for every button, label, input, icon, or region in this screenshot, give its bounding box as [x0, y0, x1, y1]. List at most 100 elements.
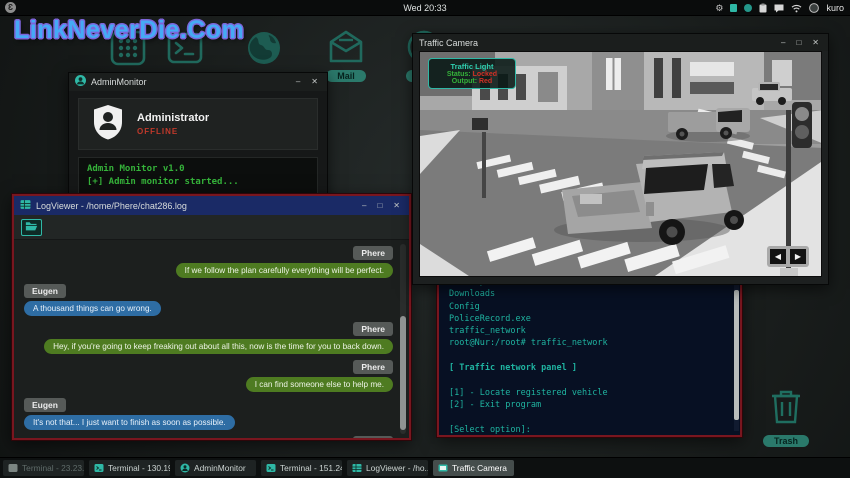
terminal-line: [2] - Exit program — [449, 399, 730, 411]
terminal-line: Downloads — [449, 288, 730, 300]
prev-camera-button[interactable]: ◀ — [770, 249, 786, 264]
mail-icon — [322, 28, 370, 66]
maximize-button[interactable]: □ — [793, 39, 804, 47]
game-desktop: LinkNeverDie.Com Mail B Trash AdminMonit… — [0, 0, 850, 478]
shield-user-icon — [93, 104, 123, 145]
sender-badge: Phere — [353, 322, 393, 336]
taskbar-item-admin-monitor[interactable]: AdminMonitor — [175, 460, 256, 476]
chat-message: Phere If we follow the plan carefully ev… — [24, 246, 393, 278]
open-file-button[interactable] — [21, 219, 42, 236]
chat-bubble: If we follow the plan carefully everythi… — [176, 263, 393, 278]
scrollbar-thumb[interactable] — [734, 290, 739, 420]
traffic-camera-titlebar[interactable]: Traffic Camera – □ ✕ — [413, 34, 828, 51]
terminal-line: root@Nur:/root# traffic_network — [449, 337, 730, 349]
admin-monitor-app-icon — [75, 73, 86, 91]
log-viewer-toolbar — [14, 215, 409, 240]
admin-status-badge: OFFLINE — [137, 127, 209, 136]
admin-monitor-titlebar[interactable]: AdminMonitor – ✕ — [69, 73, 327, 91]
chat-message: Phere Hey, if you're going to keep freak… — [24, 322, 393, 354]
minimize-button[interactable]: – — [293, 78, 303, 86]
chat-message: Phere I can find someone else to help me… — [24, 360, 393, 392]
close-button[interactable]: ✕ — [809, 39, 822, 47]
circle-indicator-icon[interactable] — [744, 0, 752, 16]
chat-message: Eugen A thousand things can go wrong. — [24, 284, 393, 316]
next-camera-button[interactable]: ▶ — [790, 249, 806, 264]
desktop-icon-browser-globe[interactable] — [240, 28, 288, 68]
overlay-status: Status: Locked — [431, 71, 513, 78]
chat-scrollbar[interactable] — [400, 244, 406, 434]
folder-open-icon — [25, 218, 38, 236]
traffic-light-overlay: Traffic Light Status: Locked Output: Red — [428, 58, 516, 89]
chat-icon[interactable] — [774, 0, 784, 16]
trash[interactable]: Trash — [762, 386, 810, 449]
overlay-output: Output: Red — [431, 78, 513, 85]
sender-badge: Eugen — [24, 398, 66, 412]
taskbar-item-terminal-1[interactable]: Terminal - 23.23... — [3, 460, 84, 476]
minimize-button[interactable]: – — [359, 202, 369, 210]
scrollbar-thumb[interactable] — [400, 316, 406, 430]
terminal-line — [449, 411, 730, 423]
maximize-button[interactable]: □ — [374, 202, 385, 210]
console-line: Admin Monitor v1.0 — [87, 163, 309, 176]
window-title: Traffic Camera — [419, 38, 773, 48]
chat-message: Phere — [24, 436, 393, 438]
close-button[interactable]: ✕ — [308, 78, 321, 86]
window-title: LogViewer - /home/Phere/chat286.log — [36, 201, 354, 211]
minimize-button[interactable]: – — [778, 39, 788, 47]
overlay-title: Traffic Light — [431, 62, 513, 71]
desktop-icon-label: Mail — [326, 70, 366, 82]
camera-nav: ◀ ▶ — [767, 246, 809, 267]
taskbar-item-label: Terminal - 23.23... — [22, 463, 84, 473]
chat-bubble: I can find someone else to help me. — [246, 377, 393, 392]
globe-icon — [240, 28, 288, 68]
log-viewer-app-icon — [20, 197, 31, 215]
window-title: AdminMonitor — [91, 77, 288, 87]
trash-icon — [767, 413, 805, 430]
taskbar-item-terminal-2[interactable]: Terminal - 130.19... — [89, 460, 170, 476]
chat-bubble: Hey, if you're going to keep freaking ou… — [44, 339, 393, 354]
wifi-icon[interactable] — [791, 0, 802, 16]
admin-profile-card: Administrator OFFLINE — [78, 98, 318, 150]
terminal-line — [449, 350, 730, 362]
avatar-icon[interactable] — [809, 0, 819, 16]
terminal-line: [Select option]: — [449, 424, 730, 436]
log-viewer-titlebar[interactable]: LogViewer - /home/Phere/chat286.log – □ … — [14, 196, 409, 215]
taskbar-item-label: Terminal - 130.19... — [108, 463, 170, 473]
username: kuro — [826, 3, 844, 13]
taskbar-item-label: AdminMonitor — [194, 463, 246, 473]
window-traffic-camera: Traffic Camera – □ ✕ — [412, 33, 829, 285]
chat-log: Phere If we follow the plan carefully ev… — [14, 240, 409, 438]
sender-badge: Phere — [353, 246, 393, 260]
terminal-line: [1] - Locate registered vehicle — [449, 387, 730, 399]
taskbar-item-log-viewer[interactable]: LogViewer - /ho... — [347, 460, 428, 476]
taskbar-item-terminal-3[interactable]: Terminal - 151.24... — [261, 460, 342, 476]
terminal-line: Config — [449, 301, 730, 313]
terminal-line — [449, 374, 730, 386]
camera-viewport: Traffic Light Status: Locked Output: Red… — [419, 51, 822, 277]
admin-name: Administrator — [137, 112, 209, 124]
taskbar-item-label: Terminal - 151.24... — [280, 463, 342, 473]
gear-icon[interactable]: ⚙ — [715, 0, 723, 16]
trash-label: Trash — [763, 435, 809, 447]
chat-bubble: It's not that... I just want to finish a… — [24, 415, 235, 430]
chat-message: Eugen It's not that... I just want to fi… — [24, 398, 393, 430]
clipboard-icon[interactable] — [759, 0, 767, 16]
sender-badge: Eugen — [24, 284, 66, 298]
chat-bubble: A thousand things can go wrong. — [24, 301, 161, 316]
close-button[interactable]: ✕ — [390, 202, 403, 210]
taskbar: Terminal - 23.23... Terminal - 130.19...… — [0, 457, 850, 478]
top-menubar: Ɛ Wed 20:33 ⚙ kuro — [0, 0, 850, 16]
taskbar-item-traffic-camera[interactable]: Traffic Camera — [433, 460, 514, 476]
sender-badge: Phere — [353, 436, 393, 438]
window-log-viewer: LogViewer - /home/Phere/chat286.log – □ … — [12, 194, 411, 440]
taskbar-item-label: LogViewer - /ho... — [366, 463, 428, 473]
desktop-icon-mail[interactable]: Mail — [322, 28, 370, 84]
sender-badge: Phere — [353, 360, 393, 374]
terminal-line: traffic_network — [449, 325, 730, 337]
square-indicator-icon[interactable] — [730, 0, 737, 16]
watermark: LinkNeverDie.Com — [14, 16, 244, 45]
terminal-line: PoliceRecord.exe — [449, 313, 730, 325]
taskbar-item-label: Traffic Camera — [452, 463, 507, 473]
terminal-line: [ Traffic network panel ] — [449, 362, 730, 374]
console-line: [+] Admin monitor started... — [87, 176, 309, 189]
